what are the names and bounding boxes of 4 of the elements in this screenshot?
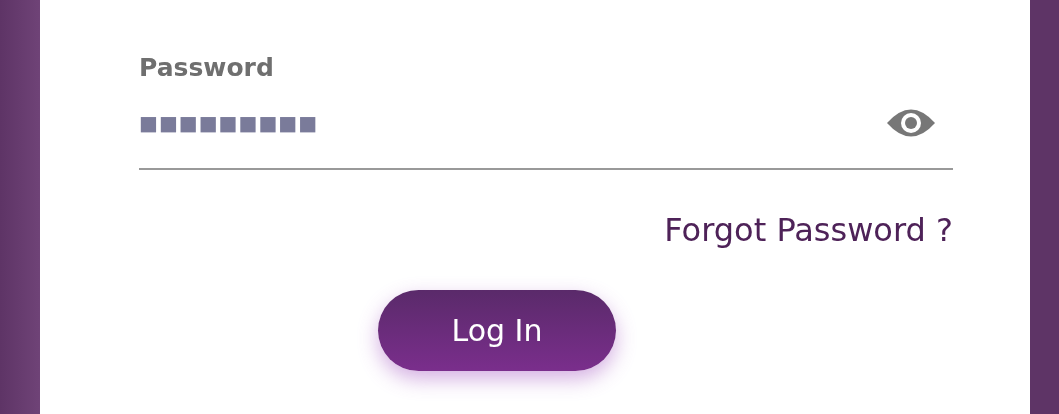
login-button[interactable]: Log In — [378, 290, 616, 371]
forgot-password-link[interactable]: Forgot Password ? — [664, 210, 953, 250]
password-field[interactable]: ■■■■■■■■■ — [139, 86, 953, 170]
field-label: Password — [139, 52, 274, 84]
